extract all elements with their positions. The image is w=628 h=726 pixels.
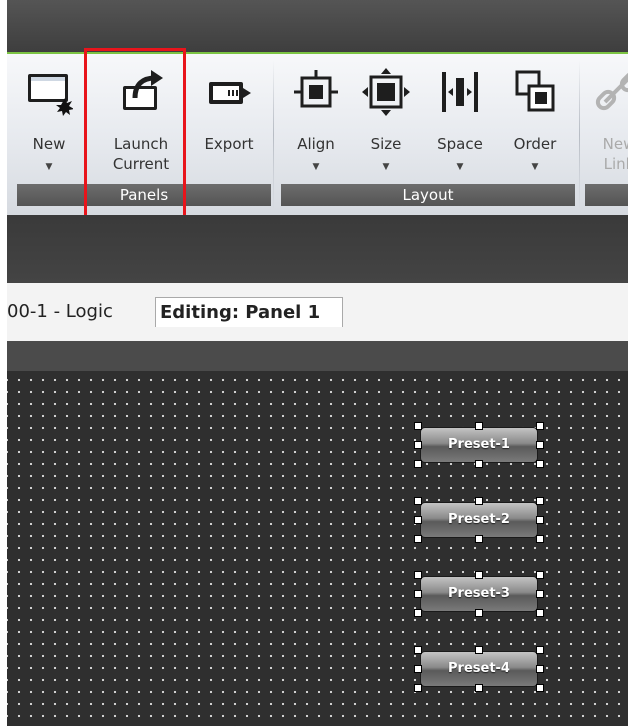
export-icon <box>209 82 251 104</box>
panels-group-label: Panels <box>17 184 271 206</box>
resize-handle[interactable] <box>536 422 544 430</box>
order-icon <box>515 70 555 112</box>
resize-handle[interactable] <box>536 460 544 468</box>
design-canvas[interactable]: Preset-1 Preset-2 Preset-3 Preset-4 <box>7 371 628 726</box>
preset-button[interactable]: Preset-1 <box>420 427 538 463</box>
export-label: Export <box>204 135 254 153</box>
preset-3-control[interactable]: Preset-3 <box>414 571 544 617</box>
align-label: Align <box>297 135 335 153</box>
resize-handle[interactable] <box>414 535 422 543</box>
resize-handle[interactable] <box>414 590 422 598</box>
resize-handle[interactable] <box>414 665 422 673</box>
group-separator <box>273 60 274 210</box>
new-link-label: New Link <box>583 134 628 174</box>
new-link-label-line1: New <box>602 135 628 153</box>
preset-button[interactable]: Preset-3 <box>420 576 538 612</box>
resize-handle[interactable] <box>475 497 483 505</box>
preset-4-control[interactable]: Preset-4 <box>414 646 544 692</box>
tab-editing-panel-1[interactable]: Editing: Panel 1 <box>155 297 343 327</box>
preset-1-control[interactable]: Preset-1 <box>414 422 544 468</box>
resize-handle[interactable] <box>414 441 422 449</box>
preset-2-control[interactable]: Preset-2 <box>414 497 544 543</box>
layout-group-label: Layout <box>281 184 575 206</box>
ribbon: New ▼ Launch Current Export Align ▼ Size… <box>7 52 628 215</box>
resize-handle[interactable] <box>475 422 483 430</box>
size-label: Size <box>370 135 402 153</box>
export-button[interactable]: Export <box>193 54 265 182</box>
new-link-button[interactable]: New Link <box>583 54 628 182</box>
chevron-down-icon: ▼ <box>531 162 539 172</box>
resize-handle[interactable] <box>475 571 483 579</box>
preset-button[interactable]: Preset-2 <box>420 502 538 538</box>
resize-handle[interactable] <box>475 684 483 692</box>
resize-handle[interactable] <box>536 665 544 673</box>
resize-handle[interactable] <box>475 609 483 617</box>
order-label: Order <box>513 135 557 153</box>
chevron-down-icon: ▼ <box>456 162 464 172</box>
launch-current-label-line2: Current <box>112 155 170 173</box>
resize-handle[interactable] <box>414 497 422 505</box>
resize-handle[interactable] <box>414 571 422 579</box>
tab-logic[interactable]: 00-1 - Logic <box>7 297 123 327</box>
new-button[interactable]: New ▼ <box>11 54 87 182</box>
new-label: New <box>32 135 66 153</box>
resize-handle[interactable] <box>536 609 544 617</box>
launch-current-label-line1: Launch <box>113 135 169 153</box>
size-button[interactable]: Size ▼ <box>353 54 419 182</box>
resize-handle[interactable] <box>475 535 483 543</box>
resize-handle[interactable] <box>536 646 544 654</box>
resize-handle[interactable] <box>536 516 544 524</box>
resize-handle[interactable] <box>536 441 544 449</box>
resize-handle[interactable] <box>414 516 422 524</box>
resize-handle[interactable] <box>475 460 483 468</box>
align-button[interactable]: Align ▼ <box>281 54 351 182</box>
toolbar-band <box>7 215 628 283</box>
space-icon <box>442 72 478 112</box>
resize-handle[interactable] <box>414 684 422 692</box>
space-label: Space <box>437 135 483 153</box>
space-button[interactable]: Space ▼ <box>423 54 497 182</box>
preset-button[interactable]: Preset-4 <box>420 651 538 687</box>
launch-current-label: Launch Current <box>93 134 189 174</box>
resize-handle[interactable] <box>414 609 422 617</box>
resize-handle[interactable] <box>536 590 544 598</box>
align-icon <box>294 70 338 108</box>
resize-handle[interactable] <box>475 646 483 654</box>
resize-handle[interactable] <box>536 535 544 543</box>
app-window: New ▼ Launch Current Export Align ▼ Size… <box>7 0 628 726</box>
new-panel-icon <box>28 74 73 116</box>
link-icon <box>595 71 628 111</box>
resize-handle[interactable] <box>414 646 422 654</box>
launch-icon <box>123 70 163 110</box>
size-icon <box>362 68 410 116</box>
resize-handle[interactable] <box>414 460 422 468</box>
chevron-down-icon: ▼ <box>382 162 390 172</box>
chevron-down-icon: ▼ <box>312 162 320 172</box>
launch-current-button[interactable]: Launch Current <box>93 54 189 182</box>
group-separator <box>579 60 580 210</box>
title-bar <box>7 0 628 52</box>
resize-handle[interactable] <box>536 497 544 505</box>
link-group-label <box>585 184 628 206</box>
resize-handle[interactable] <box>536 571 544 579</box>
order-button[interactable]: Order ▼ <box>499 54 571 182</box>
canvas-header <box>7 341 628 372</box>
new-link-label-line2: Link <box>603 155 628 173</box>
resize-handle[interactable] <box>536 684 544 692</box>
chevron-down-icon: ▼ <box>45 162 53 172</box>
document-tab-bar: 00-1 - Logic Editing: Panel 1 <box>7 283 628 342</box>
resize-handle[interactable] <box>414 422 422 430</box>
